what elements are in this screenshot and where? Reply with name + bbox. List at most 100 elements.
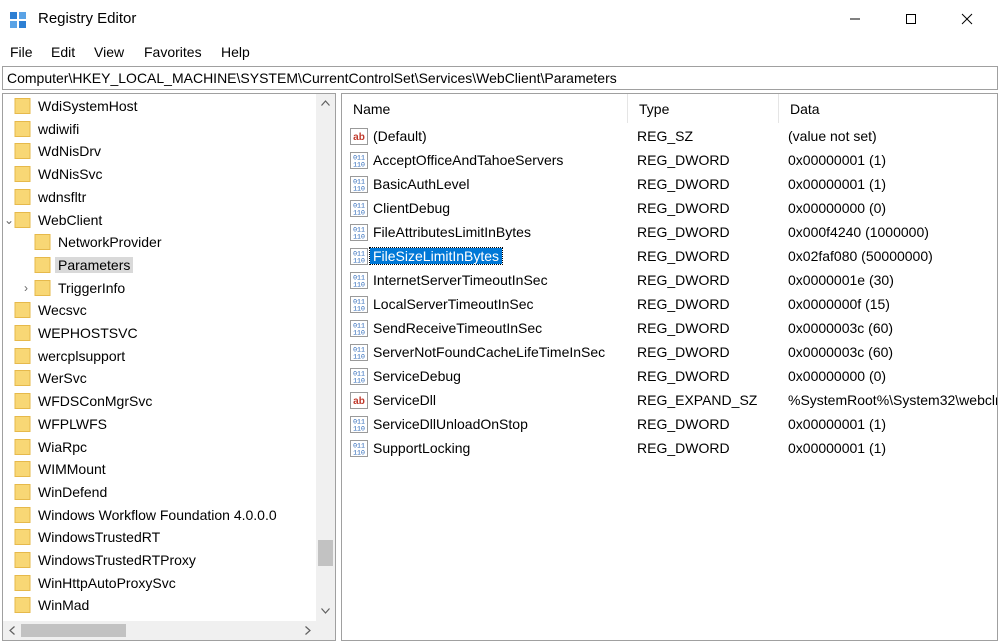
column-header-type[interactable]: Type — [628, 94, 778, 123]
tree-item[interactable]: › TriggerInfo — [3, 277, 315, 300]
folder-icon — [14, 143, 31, 160]
menu-file[interactable]: File — [10, 44, 33, 60]
value-row[interactable]: 011 110 BasicAuthLevel REG_DWORD 0x00000001 … — [342, 173, 997, 197]
folder-icon — [14, 347, 31, 364]
binary-value-icon: 011110 — [350, 152, 368, 169]
svg-text:011: 011 — [353, 419, 365, 426]
scroll-up-arrow-icon[interactable] — [316, 94, 335, 111]
tree-item[interactable]: WinHttpAutoProxySvc — [3, 572, 315, 595]
value-type: REG_DWORD — [637, 416, 730, 432]
value-row[interactable]: 011 110 ServerNotFoundCacheLifeTimeInSec RE… — [342, 341, 997, 365]
value-name: SendReceiveTimeoutInSec — [373, 320, 543, 336]
scroll-left-arrow-icon[interactable] — [3, 621, 20, 640]
value-row[interactable]: 011 110 AcceptOfficeAndTahoeServers REG_DWO… — [342, 149, 997, 173]
tree-item[interactable]: WiaRpc — [3, 436, 315, 459]
value-row[interactable]: 011 110 ServiceDebug REG_DWORD 0x00000000 (0… — [342, 365, 997, 389]
svg-text:110: 110 — [353, 306, 365, 313]
binary-value-icon: 011110 — [350, 176, 368, 193]
value-row[interactable]: 011 110 FileSizeLimitInBytes REG_DWORD 0x02f… — [342, 245, 997, 269]
value-data: 0x00000000 (0) — [788, 368, 887, 384]
folder-icon — [14, 552, 31, 568]
tree-horizontal-scrollbar[interactable] — [3, 621, 316, 640]
tree-item[interactable]: WdiSystemHost — [3, 95, 315, 118]
column-header-name[interactable]: Name — [342, 94, 627, 123]
svg-text:110: 110 — [353, 378, 365, 385]
tree-item[interactable]: WinMad — [3, 594, 315, 617]
value-row[interactable]: ab (Default) REG_SZ (value not set) — [342, 125, 997, 149]
value-data: 0x00000001 (1) — [788, 416, 887, 432]
tree-item[interactable]: Wecsvc — [3, 299, 315, 322]
svg-text:011: 011 — [353, 251, 365, 258]
scroll-right-arrow-icon[interactable] — [299, 621, 316, 640]
value-row[interactable]: ab ServiceDll REG_EXPAND_SZ %SystemRoot%\Sy… — [342, 389, 997, 413]
scroll-thumb[interactable] — [318, 540, 333, 566]
value-row[interactable]: 011 110 InternetServerTimeoutInSec REG_DWOR… — [342, 269, 997, 293]
menu-help[interactable]: Help — [221, 44, 250, 60]
tree-item-label: wercplsupport — [38, 347, 126, 364]
close-button[interactable] — [944, 0, 990, 38]
tree-item[interactable]: wercplsupport — [3, 345, 315, 368]
hscroll-thumb[interactable] — [21, 624, 126, 637]
value-row[interactable]: 011 110 SupportLocking REG_DWORD 0x00000001 … — [342, 437, 997, 461]
tree-item[interactable]: wdnsfltr — [3, 186, 315, 209]
tree-item[interactable]: WdNisSvc — [3, 163, 315, 186]
svg-text:011: 011 — [353, 323, 365, 330]
address-path[interactable]: Computer\HKEY_LOCAL_MACHINE\SYSTEM\Curre… — [7, 70, 617, 86]
tree-item[interactable]: wdiwifi — [3, 118, 315, 141]
svg-text:011: 011 — [353, 371, 365, 378]
maximize-button[interactable] — [888, 0, 934, 38]
values-pane[interactable]: Name Type Data ab (Default) REG_SZ (value n… — [341, 93, 998, 641]
folder-icon — [14, 211, 31, 228]
tree-item-label: WEPHOSTSVC — [38, 325, 138, 341]
value-data: 0x0000003c (60) — [788, 320, 894, 336]
menu-edit[interactable]: Edit — [51, 44, 75, 60]
column-header-data[interactable]: Data — [779, 94, 997, 123]
value-data: 0x02faf080 (50000000) — [788, 248, 933, 264]
tree-item[interactable]: WinDefend — [3, 481, 315, 504]
value-row[interactable]: 011 110 LocalServerTimeoutInSec REG_DWORD 0x… — [342, 293, 997, 317]
scroll-down-arrow-icon[interactable] — [316, 602, 335, 619]
tree-item-label: Wecsvc — [38, 302, 87, 319]
tree-item[interactable]: WindowsTrustedRTProxy — [3, 549, 315, 572]
value-type: REG_DWORD — [637, 368, 730, 384]
tree-item[interactable]: WEPHOSTSVC — [3, 322, 315, 345]
folder-icon — [34, 256, 51, 273]
minimize-icon — [850, 18, 860, 20]
value-row[interactable]: 011 110 ClientDebug REG_DWORD 0x00000000 (0) — [342, 197, 997, 221]
collapse-chevron-icon[interactable]: ⌄ — [4, 213, 14, 227]
value-row[interactable]: 011 110 FileAttributesLimitInBytes REG_DWOR… — [342, 221, 997, 245]
tree-vertical-scrollbar[interactable] — [316, 94, 335, 621]
menu-view[interactable]: View — [94, 44, 124, 60]
value-row[interactable]: 011 110 ServiceDllUnloadOnStop REG_DWORD 0x0… — [342, 413, 997, 437]
svg-text:110: 110 — [353, 186, 365, 193]
value-name: (Default) — [373, 128, 427, 144]
tree-item[interactable]: WFPLWFS — [3, 413, 315, 436]
menu-favorites[interactable]: Favorites — [144, 44, 202, 60]
column-header-name-label: Name — [353, 101, 391, 117]
value-type: REG_SZ — [637, 128, 694, 144]
svg-text:011: 011 — [353, 203, 365, 210]
tree-item[interactable]: Windows Workflow Foundation 4.0.0.0 — [3, 504, 315, 527]
tree-item[interactable]: WdNisDrv — [3, 140, 315, 163]
tree-item[interactable]: WFDSConMgrSvc — [3, 390, 315, 413]
value-name: ServiceDebug — [373, 368, 461, 384]
binary-value-icon: 011110 — [350, 440, 368, 457]
minimize-button[interactable] — [832, 0, 878, 38]
tree-item-label: WiaRpc — [38, 438, 88, 455]
key-tree-pane[interactable]: WdiSystemHost wdiwifi WdNisDrv WdNisSvc wdns… — [2, 93, 336, 641]
address-bar[interactable]: Computer\HKEY_LOCAL_MACHINE\SYSTEM\Curre… — [2, 66, 998, 90]
folder-icon — [14, 98, 31, 114]
tree-item-label: WdiSystemHost — [38, 98, 138, 114]
svg-text:110: 110 — [353, 330, 365, 337]
value-name: ClientDebug — [373, 200, 451, 216]
tree-item[interactable]: WindowsTrustedRT — [3, 526, 315, 549]
value-data: 0x00000001 (1) — [788, 176, 887, 192]
expand-chevron-icon[interactable]: › — [24, 281, 28, 295]
value-row[interactable]: 011 110 SendReceiveTimeoutInSec REG_DWORD 0x… — [342, 317, 997, 341]
tree-item[interactable]: WerSvc — [3, 367, 315, 390]
tree-item[interactable]: NetworkProvider — [3, 231, 315, 254]
tree-item[interactable]: Parameters — [3, 254, 315, 277]
tree-item[interactable]: ⌄ WebClient — [3, 209, 315, 232]
value-name: ServiceDll — [373, 392, 437, 408]
tree-item[interactable]: WIMMount — [3, 458, 315, 481]
